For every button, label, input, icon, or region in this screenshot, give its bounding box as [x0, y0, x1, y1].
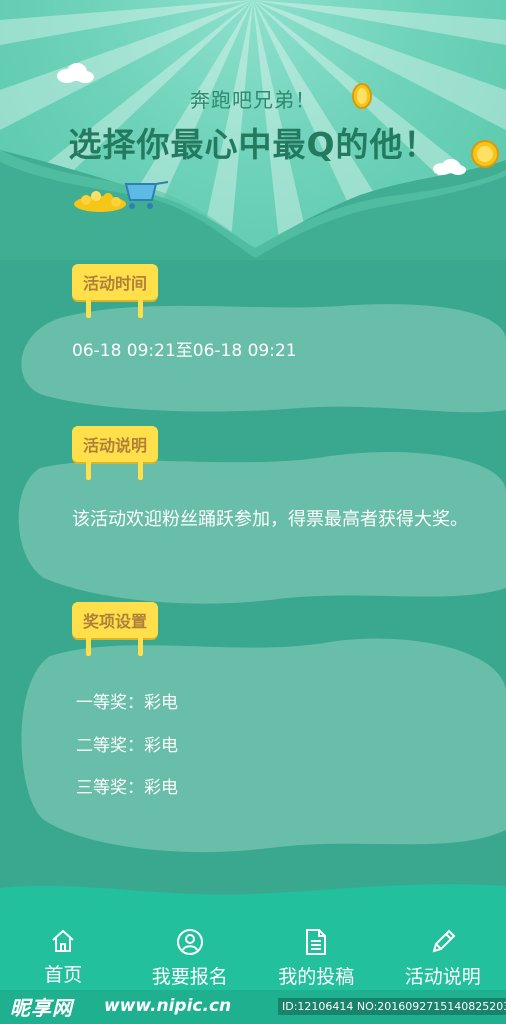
bottom-nav: 首页 我要报名 我的投稿 活动说明 — [0, 920, 506, 1000]
pencil-icon — [432, 929, 456, 953]
section-label-prizes: 奖项设置 — [72, 602, 158, 638]
nav-item-home[interactable]: 首页 — [0, 920, 127, 1000]
nav-item-signup[interactable]: 我要报名 — [127, 920, 254, 1000]
section-sign-time: 活动时间 — [72, 264, 158, 320]
nav-label-signup: 我要报名 — [151, 966, 228, 988]
prize-item: 一等奖：彩电 — [76, 693, 178, 713]
watermark-id: ID:12106414 NO:20160927151408252032 — [278, 998, 506, 1015]
watermark-bar: 昵享网 www.nipic.cn ID:12106414 NO:20160927… — [0, 990, 506, 1024]
user-icon — [176, 929, 203, 955]
nav-label-home: 首页 — [44, 964, 83, 986]
prize-item: 三等奖：彩电 — [76, 778, 178, 798]
nav-item-rules[interactable]: 活动说明 — [380, 920, 506, 1000]
document-icon — [306, 929, 327, 955]
activity-time-text: 06-18 09:21至06-18 09:21 — [72, 341, 297, 361]
nav-label-submissions: 我的投稿 — [278, 966, 355, 988]
nav-label-rules: 活动说明 — [404, 966, 481, 988]
section-sign-description: 活动说明 — [72, 426, 158, 482]
watermark-logo: 昵享网 — [10, 996, 73, 1020]
cloud-icon — [57, 63, 94, 83]
coin-icon — [352, 83, 372, 109]
coin-icon — [471, 140, 499, 168]
section-sign-prizes: 奖项设置 — [72, 602, 158, 658]
section-label-time: 活动时间 — [72, 264, 158, 300]
page-subtitle: 奔跑吧兄弟！ — [190, 88, 316, 112]
section-label-description: 活动说明 — [72, 426, 158, 462]
nav-item-submissions[interactable]: 我的投稿 — [253, 920, 380, 1000]
page-title: 选择你最心中最Q的他！ — [68, 125, 438, 164]
prize-item: 二等奖：彩电 — [76, 736, 178, 756]
home-icon — [52, 929, 74, 952]
shopping-cart-icon — [74, 181, 169, 212]
activity-description-text: 该活动欢迎粉丝踊跃参加，得票最高者获得大奖。 — [72, 509, 468, 530]
watermark-url: www.nipic.cn — [104, 996, 232, 1016]
